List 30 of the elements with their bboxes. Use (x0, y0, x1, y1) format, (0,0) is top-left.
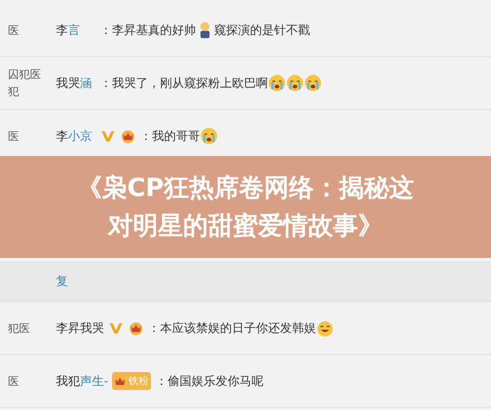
comment-text: ：本应该禁娱的日子你还发韩娱 (148, 320, 316, 336)
crying-face-icon (304, 74, 322, 92)
fan-badge: 铁粉 (112, 372, 152, 390)
comment-text: 窥探演的是针不戳 (214, 22, 310, 38)
crying-face-icon (286, 74, 304, 92)
username: 我哭 (80, 320, 104, 336)
crying-face-icon (268, 74, 286, 92)
username: 李 (56, 128, 68, 144)
username: 我犯 (56, 372, 80, 390)
username-link[interactable]: 涵 (80, 74, 92, 92)
username: 我哭 (56, 74, 80, 92)
crying-face-icon (200, 127, 218, 145)
username-fragment: 囚犯医 (8, 67, 42, 82)
username-link[interactable]: 言 (68, 22, 80, 38)
username-fragment: 犯 (8, 84, 20, 99)
username-fragment: 医 (8, 128, 20, 144)
username: 李昇 (56, 320, 80, 336)
comment-text: ：我的哥哥 (140, 128, 200, 144)
username-link[interactable]: 复 (56, 272, 68, 290)
username-link[interactable]: 小京 (68, 128, 92, 144)
comment-text: ：偷国娱乐发你马呢 (155, 372, 264, 390)
username-fragment: 犯医 (8, 320, 31, 336)
comment-text: ：李昇基真的好帅 (100, 22, 196, 38)
username: 李 (56, 22, 68, 38)
article-title: 《枭CP狂热席卷网络：揭秘这 对明星的甜蜜爱情故事》 (77, 172, 414, 242)
username-fragment: 医 (8, 22, 20, 38)
username-link[interactable]: 声生- (80, 372, 108, 390)
username-fragment: 医 (8, 374, 20, 388)
comment-text: ：我哭了，刚从窥探粉上欧巴啊 (100, 74, 268, 92)
grinning-face-icon (316, 319, 334, 337)
